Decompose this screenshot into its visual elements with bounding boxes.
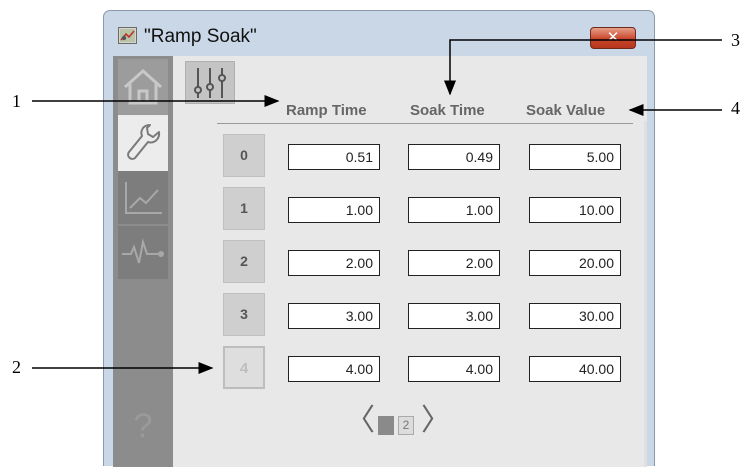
callout-1: 1	[12, 91, 21, 111]
callout-4: 4	[731, 98, 740, 118]
callout-arrows	[32, 39, 722, 374]
callout-2: 2	[12, 357, 21, 377]
callout-3: 3	[731, 30, 740, 50]
